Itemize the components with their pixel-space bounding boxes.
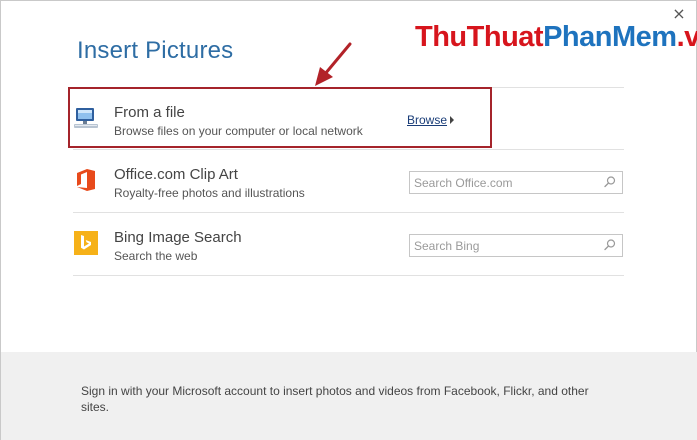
browse-label: Browse	[407, 113, 448, 127]
footer-text: Sign in with your Microsoft account to i…	[81, 384, 589, 414]
bing-icon	[74, 231, 98, 255]
office-icon	[77, 169, 95, 191]
browse-link[interactable]: Browse	[407, 113, 455, 127]
dialog-title: Insert Pictures	[77, 37, 234, 64]
bing-search-input[interactable]	[410, 235, 596, 256]
row-title: Bing Image Search	[114, 229, 242, 246]
picture-source-list: From a file Browse files on your compute…	[73, 87, 624, 276]
watermark: ThuThuatPhanMem.vn	[415, 21, 697, 54]
list-item-from-file: From a file Browse files on your compute…	[73, 87, 624, 150]
footer: Sign in with your Microsoft account to i…	[1, 352, 697, 440]
insert-pictures-dialog: × ThuThuatPhanMem.vn Insert Pictures	[0, 0, 697, 440]
row-title: Office.com Clip Art	[114, 166, 238, 183]
list-item-bing-search: Bing Image Search Search the web	[73, 213, 624, 276]
computer-icon	[74, 108, 98, 128]
search-icon[interactable]	[603, 238, 617, 252]
annotation-arrow	[315, 42, 352, 86]
row-subtitle: Browse files on your computer or local n…	[114, 124, 363, 138]
office-search-box	[409, 171, 623, 194]
row-subtitle: Royalty-free photos and illustrations	[114, 186, 305, 200]
bing-search-box	[409, 234, 623, 257]
office-search-input[interactable]	[410, 172, 596, 193]
watermark-part3: .vn	[676, 21, 697, 53]
search-icon[interactable]	[603, 175, 617, 189]
caret-right-icon	[450, 116, 455, 124]
list-item-office-clipart: Office.com Clip Art Royalty-free photos …	[73, 150, 624, 213]
row-subtitle: Search the web	[114, 249, 198, 263]
watermark-part2: PhanMem	[543, 21, 677, 53]
row-title: From a file	[114, 104, 185, 121]
watermark-part1: ThuThuat	[415, 21, 544, 53]
